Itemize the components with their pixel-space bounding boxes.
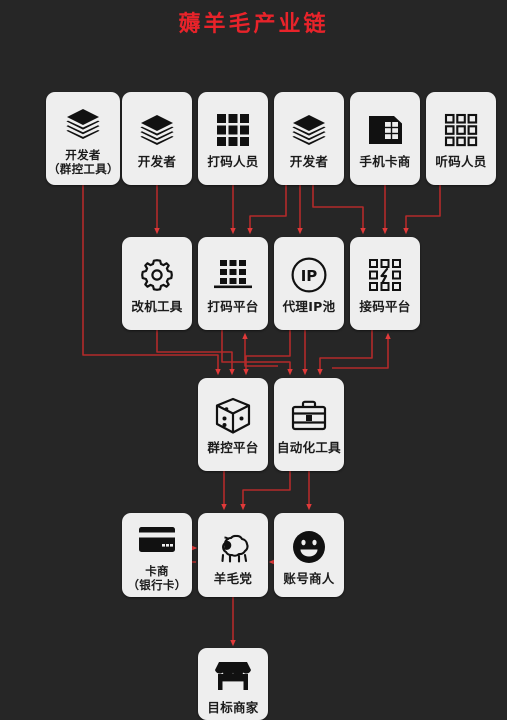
node-label: 改机工具 [131, 299, 183, 314]
edge-proxy-ip-to-group-control-platform [243, 330, 291, 376]
node-wool-party[interactable]: 羊毛党 [198, 513, 268, 597]
layers-icon [46, 102, 120, 146]
grid-filled-icon [198, 108, 268, 152]
node-label: 羊毛党 [213, 570, 253, 586]
edge-device-modifier-to-group-control-platform [156, 330, 235, 376]
briefcase-icon [274, 394, 344, 438]
edge-upward-into-sms-platform [332, 332, 391, 369]
ip-circle-icon: IP [274, 253, 344, 297]
edge-coding-platform-to-automation-tool [221, 330, 293, 376]
node-label: 开发者 [289, 154, 329, 169]
node-proxy-ip-pool[interactable]: IP 代理IP池 [274, 237, 344, 330]
node-automation-tool[interactable]: 自动化工具 [274, 378, 344, 471]
node-account-merchant[interactable]: 账号商人 [274, 513, 344, 597]
page-title: 薅羊毛产业链 [178, 12, 329, 37]
node-developer-2[interactable]: 开发者 [122, 92, 192, 185]
layers-icon [122, 108, 192, 152]
node-label: 打码平台 [207, 299, 259, 314]
node-target-merchant[interactable]: 目标商家 [198, 648, 268, 720]
credit-card-icon [122, 518, 192, 562]
edge-code-listener-to-sms-platform [403, 185, 441, 235]
node-label: 接码平台 [359, 299, 411, 314]
node-coder-staff[interactable]: 打码人员 [198, 92, 268, 185]
node-label: 开发者 （群控工具） [48, 147, 119, 176]
node-sim-card-dealer[interactable]: 手机卡商 [350, 92, 420, 185]
node-device-modifier[interactable]: 改机工具 [122, 237, 192, 330]
layers-icon [274, 108, 344, 152]
node-label: 听码人员 [435, 154, 487, 169]
svg-text:IP: IP [301, 267, 318, 285]
edge-sms-platform-to-automation-tool [317, 330, 373, 376]
node-label: 账号商人 [283, 570, 335, 586]
storefront-icon [198, 654, 268, 698]
gear-icon [122, 253, 192, 297]
node-label: 目标商家 [207, 699, 259, 715]
building-icon [198, 253, 268, 297]
node-label: 代理IP池 [282, 299, 336, 314]
grid-zigzag-icon [350, 253, 420, 297]
sim-card-icon [350, 108, 420, 152]
grid-outline-icon [426, 108, 496, 152]
node-label: 手机卡商 [359, 154, 411, 169]
node-sms-platform[interactable]: 接码平台 [350, 237, 420, 330]
smiley-icon [274, 525, 344, 569]
edge-automation-tool-to-wool-party [240, 471, 291, 511]
node-dev-group-control[interactable]: 开发者 （群控工具） [46, 92, 120, 185]
node-code-listener[interactable]: 听码人员 [426, 92, 496, 185]
cube-icon [198, 394, 268, 438]
node-coding-platform[interactable]: 打码平台 [198, 237, 268, 330]
edge-upward-into-coding-platform [242, 332, 278, 367]
diagram-page: 薅羊毛产业链 开发者 （群控工具） 开发者 打码人员 开发者 手机卡商 听码人员… [0, 0, 507, 720]
edge-developer3-to-sms-platform [312, 185, 366, 235]
node-group-control-platform[interactable]: 群控平台 [198, 378, 268, 471]
node-card-dealer[interactable]: 卡商 （银行卡） [122, 513, 192, 597]
sheep-icon [198, 525, 268, 569]
node-label: 打码人员 [207, 154, 259, 169]
node-label: 群控平台 [207, 440, 259, 455]
node-developer-3[interactable]: 开发者 [274, 92, 344, 185]
node-label: 开发者 [137, 154, 177, 169]
node-label: 自动化工具 [276, 440, 341, 455]
edge-developer3-to-coding-platform [247, 185, 287, 235]
node-label: 卡商 （银行卡） [127, 564, 187, 592]
